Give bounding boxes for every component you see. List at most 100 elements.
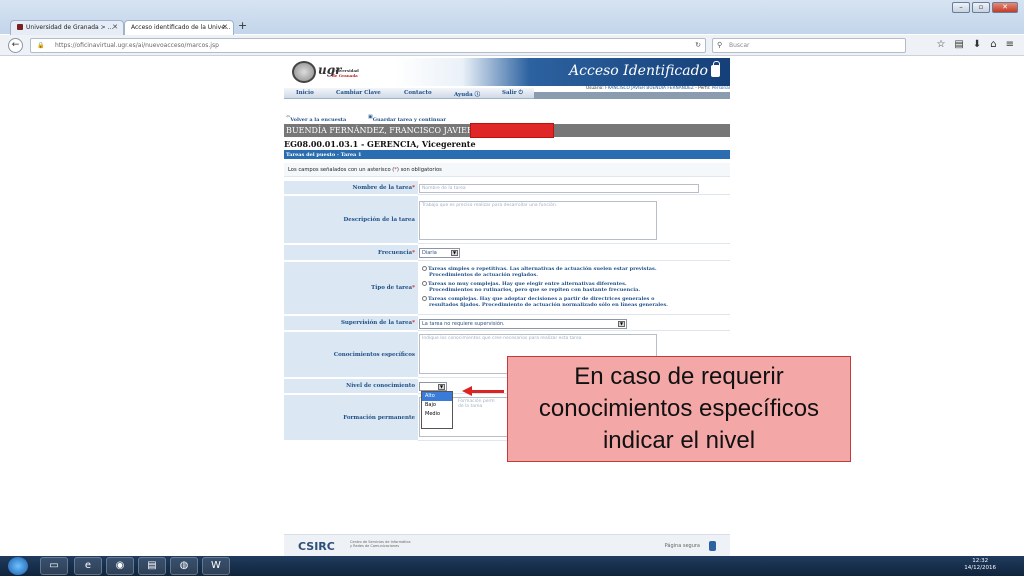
radio-button[interactable] (422, 266, 427, 271)
search-icon: ⚲ (717, 41, 723, 49)
option-text: Procedimientos de actuación reglados. (429, 272, 538, 278)
field-cell: Trabajo que es preciso realizar para des… (418, 196, 730, 244)
explorer-taskbar-icon[interactable]: ▭ (40, 557, 68, 575)
chevron-down-icon: ▼ (451, 250, 458, 256)
description-label: Descripción de la tarea (284, 196, 418, 244)
supervision-select[interactable]: La tarea no requiere supervisión. ▼ (419, 319, 627, 329)
annotation-arrow (470, 390, 504, 393)
firefox-taskbar-icon[interactable]: ◍ (170, 557, 198, 575)
new-tab-button[interactable]: + (238, 19, 247, 32)
tab-ugr[interactable]: Universidad de Granada > ... ✕ (10, 20, 124, 35)
field-cell: Nombre de la tarea (418, 181, 730, 195)
chevron-down-icon: ▼ (618, 321, 625, 327)
bookmark-star-icon[interactable]: ☆ (936, 39, 945, 50)
row-task-type: Tipo de tarea * Tareas simples o repetiti… (284, 262, 730, 315)
secure-lock-icon: 🔒 (37, 42, 45, 49)
app-title: Acceso Identificado (569, 63, 708, 79)
level-option-alto[interactable]: Alto (422, 392, 452, 401)
menu-contacto[interactable]: Contacto (404, 90, 432, 96)
csirc-subtitle: Centro de Servicios de Informática y Red… (350, 540, 411, 548)
frequency-select[interactable]: Diaria ▼ (419, 248, 460, 258)
row-description: Descripción de la tarea Trabajo que es p… (284, 196, 730, 244)
description-textarea[interactable]: Trabajo que es preciso realizar para des… (419, 201, 657, 240)
web-page: ugr Universidad de Granada Acceso Identi… (284, 58, 730, 556)
supervision-value: La tarea no requiere supervisión. (422, 321, 505, 327)
option-text: resultados fijados. Procedimiento de act… (429, 302, 668, 308)
windows-start-icon[interactable] (8, 557, 28, 575)
label-text: Frecuencia (378, 249, 413, 256)
univ-line2: de Granada (332, 73, 358, 78)
url-bar[interactable]: 🔒 https://oficinavirtual.ugr.es/ai/nuevo… (30, 38, 706, 53)
task-type-option-complex[interactable]: Tareas complejas. Hay que adoptar decisi… (422, 296, 668, 308)
word-taskbar-icon[interactable]: W (202, 557, 230, 575)
reload-icon[interactable]: ↻ (695, 41, 701, 49)
csirc-logo: CSIRC (298, 540, 335, 553)
tab-acceso[interactable]: Acceso identificado de la Unive... ✕ (124, 20, 234, 35)
supervision-label: Supervisión de la tarea * (284, 316, 418, 331)
level-option-bajo[interactable]: Bajo (422, 401, 452, 410)
note-after: ) son obligatorios (396, 167, 442, 173)
chevron-down-icon: ▼ (438, 384, 445, 390)
menu-icon[interactable]: ≡ (1006, 39, 1014, 50)
menu-cambiar-clave[interactable]: Cambiar Clave (336, 90, 381, 96)
redaction-box (470, 123, 554, 138)
logo-university: Universidad de Granada (332, 68, 359, 78)
row-task-name: Nombre de la tarea * Nombre de la tarea (284, 181, 730, 195)
user-name: FRANCISCO JAVIER BUENDÍA FERNÁNDEZ (605, 86, 694, 91)
taskbar: ▭ e ◉ ▤ ◍ W 12:32 14/12/2016 (0, 556, 1024, 576)
ugr-favicon-icon (17, 24, 23, 30)
download-icon[interactable]: ⬇ (973, 39, 981, 50)
task-type-label: Tipo de tarea * (284, 262, 418, 315)
required-note: Los campos señalados con un asterisco (*… (284, 163, 730, 177)
profile-value: Personal (711, 86, 730, 91)
page-footer: CSIRC Centro de Servicios de Informática… (284, 534, 730, 556)
task-name-label: Nombre de la tarea * (284, 181, 418, 195)
level-label: Nivel de conocimiento (284, 379, 418, 394)
profile-label: - Perfil: (695, 86, 711, 91)
knowledge-label: Conocimientos específicos (284, 332, 418, 378)
save-task-link[interactable]: ▣ Guardar tarea y continuar (368, 114, 446, 123)
minimize-button[interactable]: – (952, 2, 970, 13)
menu-filler (534, 92, 730, 99)
field-cell: Diaria ▼ (418, 245, 730, 261)
row-supervision: Supervisión de la tarea * La tarea no req… (284, 316, 730, 331)
close-tab-icon[interactable]: ✕ (222, 23, 228, 31)
level-select[interactable]: ▼ (419, 382, 447, 391)
search-input[interactable]: ⚲ Buscar (712, 38, 906, 53)
level-dropdown-list: Alto Bajo Medio (421, 391, 453, 429)
maximize-button[interactable]: ▫ (972, 2, 990, 13)
label-text: Supervisión de la tarea (340, 320, 413, 326)
label-text: Nombre de la tarea (352, 184, 413, 191)
field-cell: Tareas simples o repetitivas. Las altern… (418, 262, 730, 315)
task-type-option-medium[interactable]: Tareas no muy complejas. Hay que elegir … (422, 281, 640, 293)
option-text: Procedimientos no rutinarios, pero que s… (429, 287, 641, 293)
menu-inicio[interactable]: Inicio (296, 90, 314, 96)
radio-button[interactable] (422, 281, 427, 286)
screen: Universidad de Granada > ... ✕ Acceso id… (0, 0, 1024, 576)
reading-list-icon[interactable]: ▤ (954, 39, 963, 50)
close-tab-icon[interactable]: ✕ (112, 23, 118, 31)
home-icon[interactable]: ⌂ (990, 39, 996, 50)
system-clock[interactable]: 12:32 14/12/2016 (964, 558, 996, 572)
task-name-input[interactable]: Nombre de la tarea (419, 184, 699, 193)
task-type-option-simple[interactable]: Tareas simples o repetitivas. Las altern… (422, 266, 657, 278)
radio-button[interactable] (422, 296, 427, 301)
tab-label: Universidad de Granada > ... (26, 24, 114, 31)
note-before: Los campos señalados con un asterisco ( (288, 167, 395, 173)
back-to-survey-link[interactable]: ⇦ Volver a la encuesta (286, 114, 346, 123)
chrome-taskbar-icon[interactable]: ◉ (106, 557, 134, 575)
browser-toolbar-icons: ☆ ▤ ⬇ ⌂ ≡ (936, 39, 1014, 50)
back-arrow-icon[interactable]: ← (8, 38, 23, 53)
menu-salir[interactable]: Salir ⏻ (502, 90, 523, 97)
clock-time: 12:32 (972, 558, 989, 564)
level-option-medio[interactable]: Medio (422, 410, 452, 419)
ie-taskbar-icon[interactable]: e (74, 557, 102, 575)
close-window-button[interactable]: ✕ (992, 2, 1018, 13)
training-label: Formación permanente (284, 395, 418, 441)
folder-taskbar-icon[interactable]: ▤ (138, 557, 166, 575)
menu-ayuda[interactable]: Ayuda ⓘ (454, 90, 480, 98)
window-controls: – ▫ ✕ (952, 2, 1018, 13)
action-links: ⇦ Volver a la encuesta ▣ Guardar tarea y… (284, 111, 730, 123)
url-text: https://oficinavirtual.ugr.es/ai/nuevoac… (55, 42, 219, 49)
frequency-label: Frecuencia * (284, 245, 418, 261)
